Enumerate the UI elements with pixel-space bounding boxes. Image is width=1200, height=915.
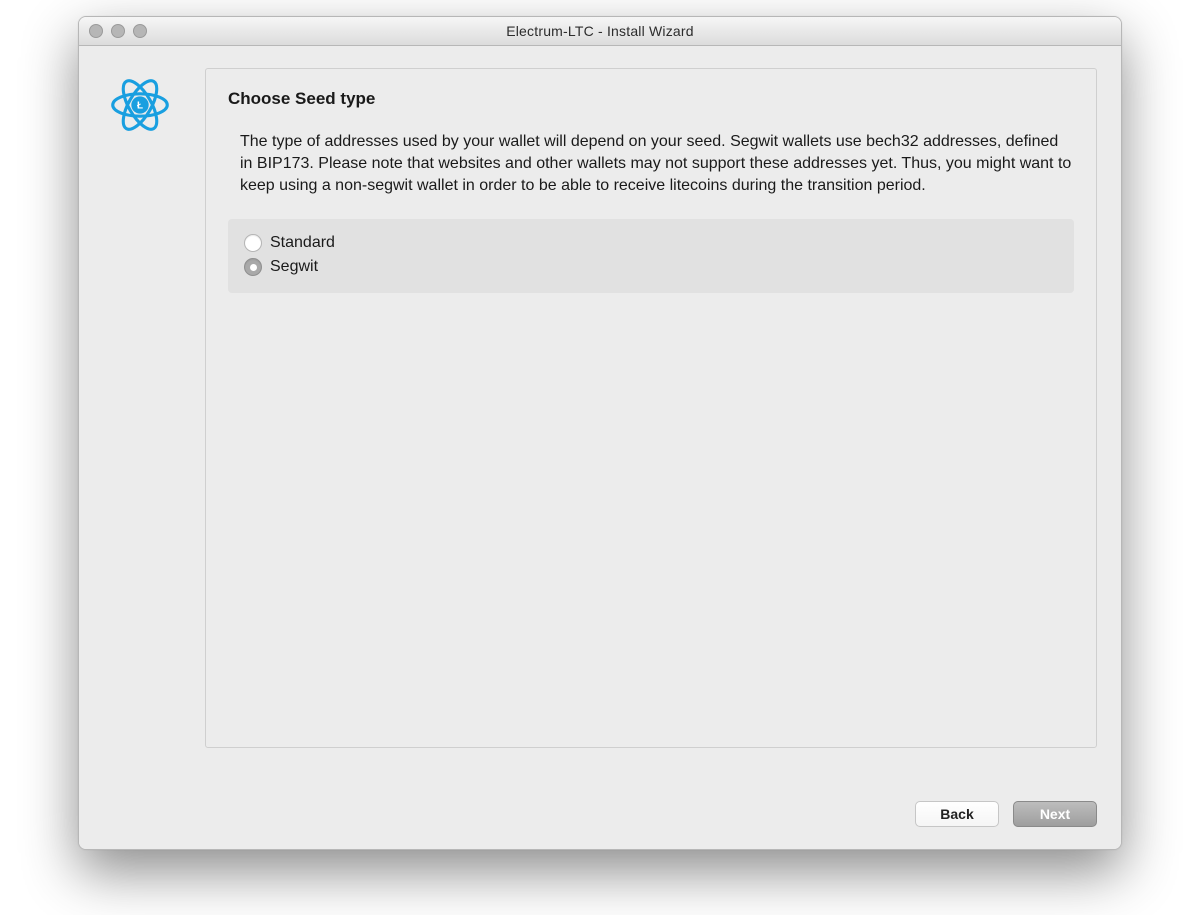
radio-option-standard[interactable]: Standard <box>244 231 1058 255</box>
radio-icon <box>244 258 262 276</box>
back-button[interactable]: Back <box>915 801 999 827</box>
content-panel: Choose Seed type The type of addresses u… <box>205 68 1097 748</box>
wizard-window: Electrum-LTC - Install Wizard Ł <box>78 16 1122 850</box>
electrum-ltc-logo-icon: Ł <box>109 74 181 136</box>
radio-option-segwit[interactable]: Segwit <box>244 255 1058 279</box>
radio-label: Standard <box>270 231 335 255</box>
page-title: Choose Seed type <box>228 89 1074 109</box>
wizard-footer: Back Next <box>915 801 1097 827</box>
next-button[interactable]: Next <box>1013 801 1097 827</box>
radio-label: Segwit <box>270 255 318 279</box>
window-title: Electrum-LTC - Install Wizard <box>79 23 1121 39</box>
description-text: The type of addresses used by your walle… <box>240 131 1074 197</box>
seed-type-radio-group: Standard Segwit <box>228 219 1074 293</box>
radio-icon <box>244 234 262 252</box>
svg-text:Ł: Ł <box>137 101 143 112</box>
titlebar: Electrum-LTC - Install Wizard <box>79 17 1121 46</box>
